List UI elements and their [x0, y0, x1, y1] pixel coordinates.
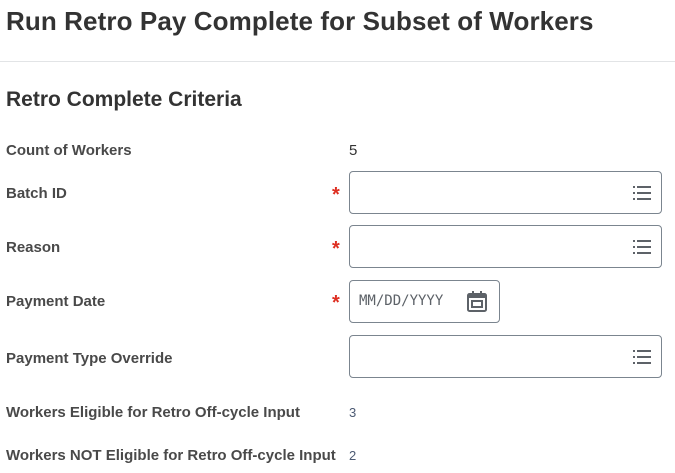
title-divider	[0, 61, 675, 62]
batch-id-label: Batch ID	[6, 185, 67, 202]
count-of-workers-value: 5	[349, 142, 358, 159]
payment-date-placeholder[interactable]: MM/DD/YYYY	[359, 293, 443, 309]
prompt-list-icon[interactable]	[633, 349, 651, 365]
section-title: Retro Complete Criteria	[6, 88, 242, 111]
count-of-workers-label: Count of Workers	[6, 142, 132, 159]
reason-input[interactable]	[349, 225, 662, 268]
prompt-list-icon[interactable]	[633, 239, 651, 255]
required-marker: *	[332, 238, 340, 260]
required-marker: *	[332, 184, 340, 206]
payment-type-override-label: Payment Type Override	[6, 350, 173, 367]
eligible-workers-label: Workers Eligible for Retro Off-cycle Inp…	[6, 404, 300, 421]
eligible-workers-count-link[interactable]: 3	[349, 405, 356, 420]
page-title: Run Retro Pay Complete for Subset of Wor…	[6, 6, 594, 36]
prompt-list-icon[interactable]	[633, 185, 651, 201]
required-marker: *	[332, 292, 340, 314]
payment-type-override-input[interactable]	[349, 335, 662, 378]
batch-id-input[interactable]	[349, 171, 662, 214]
not-eligible-workers-label: Workers NOT Eligible for Retro Off-cycle…	[6, 447, 336, 464]
calendar-icon[interactable]	[467, 291, 487, 313]
payment-date-input[interactable]: MM/DD/YYYY	[349, 280, 500, 323]
reason-label: Reason	[6, 239, 61, 256]
not-eligible-workers-count-link[interactable]: 2	[349, 448, 356, 463]
payment-date-label: Payment Date	[6, 293, 106, 310]
retro-pay-page: Run Retro Pay Complete for Subset of Wor…	[0, 0, 675, 473]
